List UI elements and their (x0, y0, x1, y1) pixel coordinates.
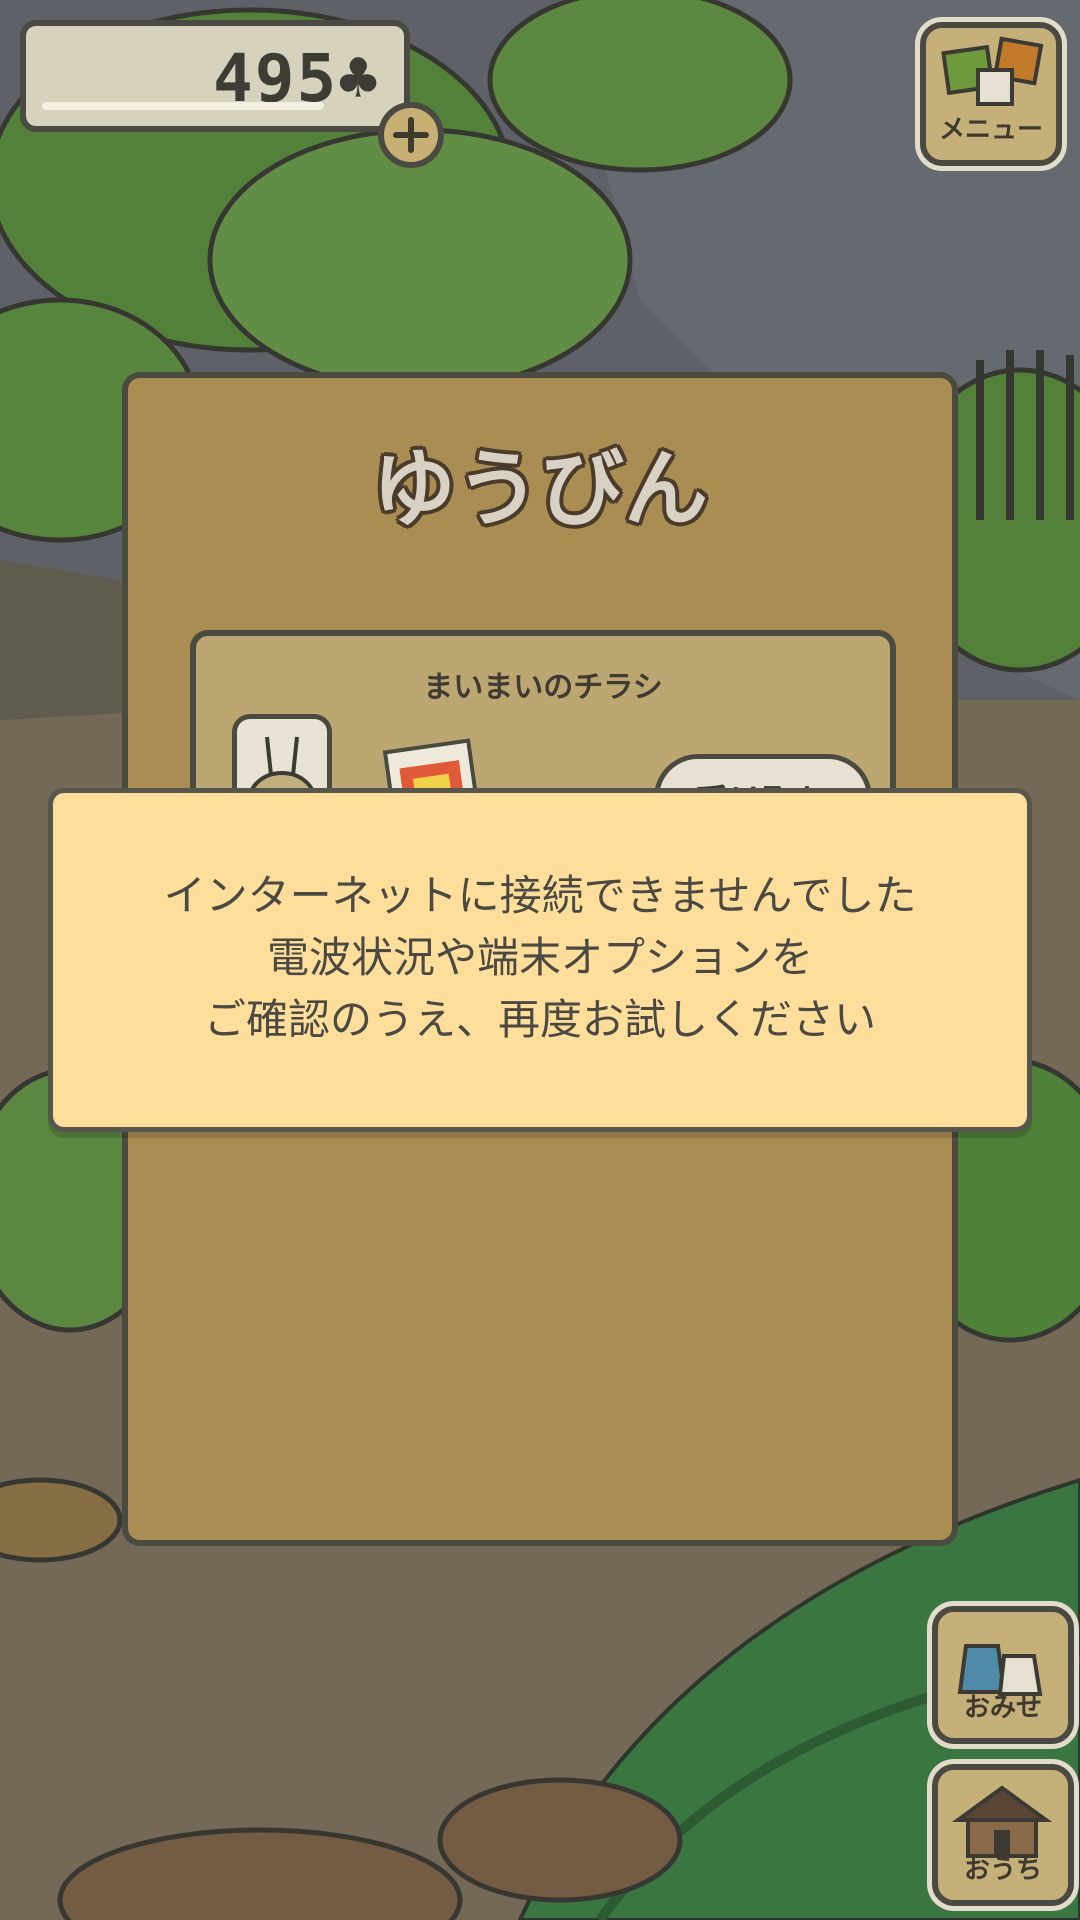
connection-error-dialog[interactable]: インターネットに接続できませんでした 電波状況や端末オプションを ご確認のうえ、… (48, 788, 1032, 1132)
error-line-3: ご確認のうえ、再度お試しください (203, 995, 876, 1044)
plus-icon (393, 117, 429, 153)
menu-button[interactable]: メニュー (920, 22, 1062, 166)
counter-highlight (42, 102, 324, 110)
mail-title: ゆうびん (371, 440, 708, 538)
shop-label: おみせ (963, 1693, 1042, 1723)
home-label: おうち (963, 1855, 1042, 1885)
error-line-1: インターネットに接続できませんでした (163, 871, 917, 920)
clover-icon: ♣ (338, 40, 380, 117)
menu-label: メニュー (938, 115, 1043, 145)
add-clover-button[interactable] (378, 102, 444, 168)
mail-item-title: まいまいのチラシ (423, 670, 663, 705)
clover-counter: 495♣ (20, 20, 410, 132)
error-line-2: 電波状況や端末オプションを (266, 933, 813, 982)
home-button[interactable]: おうち (932, 1764, 1074, 1906)
shop-button[interactable]: おみせ (932, 1606, 1074, 1744)
error-message: インターネットに接続できませんでした 電波状況や端末オプションを ご確認のうえ、… (53, 865, 1027, 1051)
